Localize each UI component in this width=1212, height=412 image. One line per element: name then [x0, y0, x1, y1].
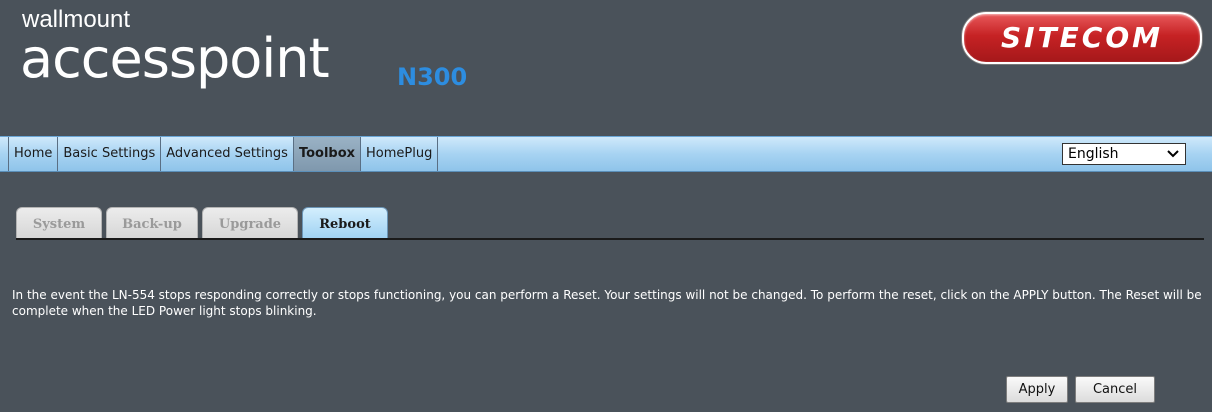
tab-reboot[interactable]: Reboot — [302, 207, 388, 239]
reboot-description: In the event the LN-554 stops responding… — [12, 288, 1202, 318]
brand-model-text: N300 — [397, 63, 468, 91]
tab-system[interactable]: System — [16, 207, 102, 239]
apply-button[interactable]: Apply — [1006, 376, 1068, 403]
nav-item-toolbox[interactable]: Toolbox — [293, 137, 362, 171]
nav-item-homeplug[interactable]: HomePlug — [361, 137, 439, 171]
chevron-down-icon — [1167, 144, 1179, 171]
nav-item-basic-settings[interactable]: Basic Settings — [58, 137, 162, 171]
tab-upgrade[interactable]: Upgrade — [202, 207, 298, 239]
main-nav-bar: Home Basic Settings Advanced Settings To… — [0, 136, 1212, 172]
product-logo: wallmount accesspoint N300 — [20, 8, 467, 92]
nav-item-home[interactable]: Home — [8, 137, 59, 171]
header: wallmount accesspoint N300 SITECOM — [0, 0, 1212, 136]
nav-item-advanced-settings[interactable]: Advanced Settings — [161, 137, 294, 171]
tab-divider — [16, 238, 1204, 240]
nav-menu: Home Basic Settings Advanced Settings To… — [8, 137, 439, 171]
cancel-button[interactable]: Cancel — [1075, 376, 1155, 403]
tab-back-up[interactable]: Back-up — [106, 207, 198, 239]
logo-text: SITECOM — [1000, 21, 1164, 54]
language-select[interactable]: English — [1062, 143, 1186, 165]
brand-big-text: accesspoint — [20, 27, 330, 90]
sitecom-logo: SITECOM — [962, 12, 1202, 64]
language-value: English — [1068, 146, 1119, 162]
